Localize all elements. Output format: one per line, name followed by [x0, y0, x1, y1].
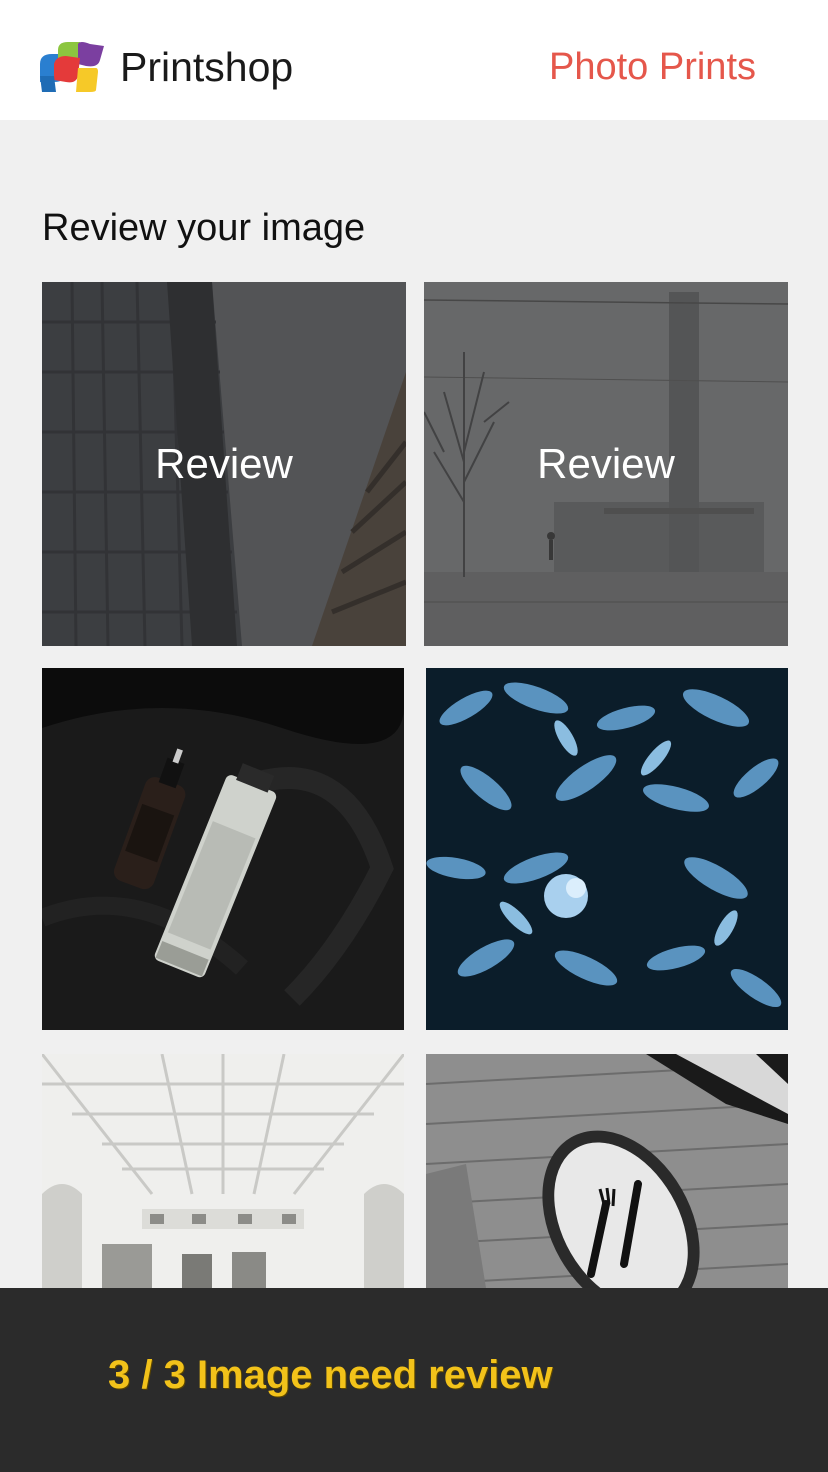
image-tile-blue-succulent[interactable] — [426, 668, 788, 1030]
printshop-logo-icon — [40, 42, 104, 92]
page-title: Review your image — [42, 207, 366, 249]
photo-prints-link[interactable]: Photo Prints — [549, 45, 756, 89]
white-hall-interior-photo — [42, 1054, 404, 1288]
review-label: Review — [537, 440, 675, 487]
review-status-text: 3 / 3 Image need review — [108, 1353, 553, 1397]
app-header: Printshop Photo Prints — [0, 0, 828, 120]
brand-name: Printshop — [120, 44, 294, 90]
restaurant-sign-photo — [426, 1054, 788, 1288]
blue-succulent-photo — [426, 668, 788, 1030]
image-tile-restaurant-sign[interactable] — [426, 1054, 788, 1288]
image-tile-white-hall[interactable] — [42, 1054, 404, 1288]
image-tile-aesop-products[interactable] — [42, 668, 404, 1030]
image-tile-building[interactable]: Review — [42, 282, 406, 646]
review-label: Review — [155, 440, 293, 487]
image-tile-street-tree[interactable]: Review — [424, 282, 788, 646]
aesop-products-photo — [42, 668, 404, 1030]
